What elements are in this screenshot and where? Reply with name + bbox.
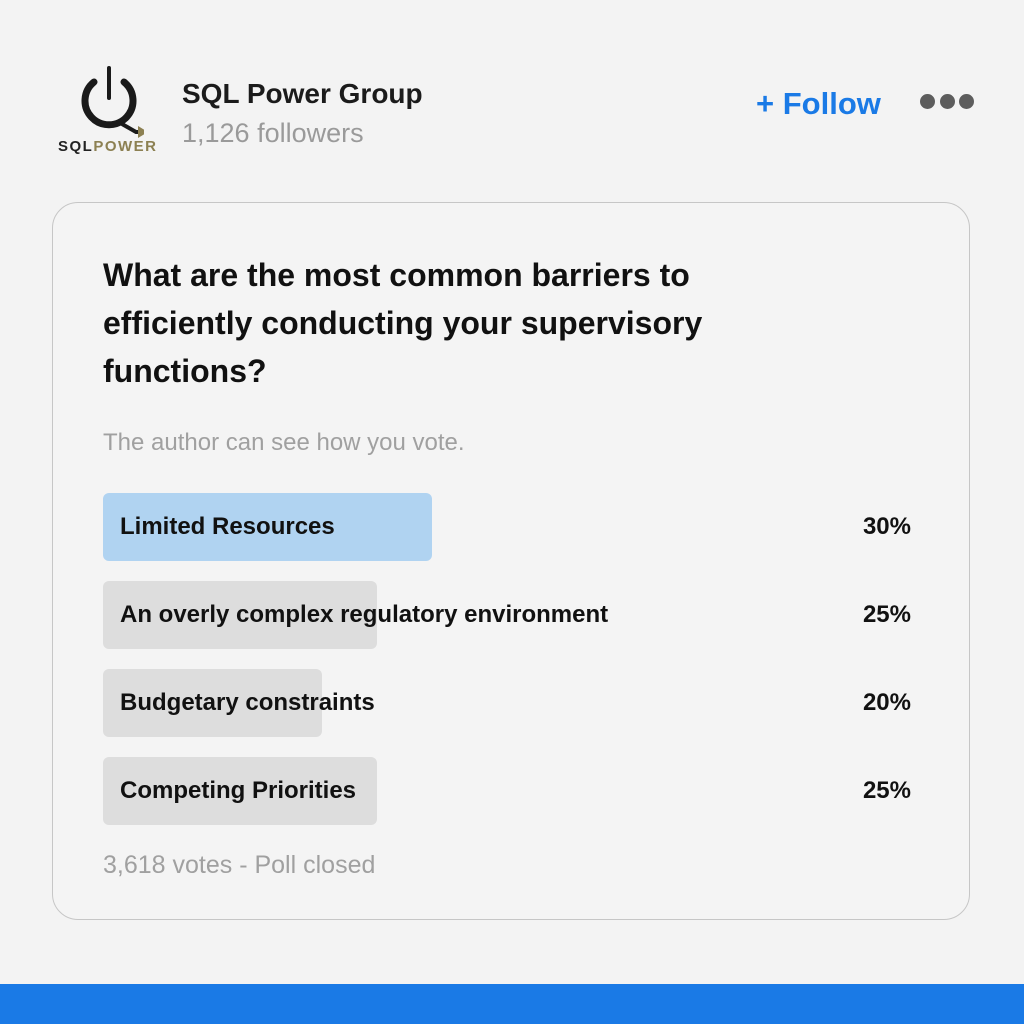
company-logo[interactable]: SQLPOWER bbox=[56, 64, 168, 160]
poll-privacy-note: The author can see how you vote. bbox=[103, 429, 465, 456]
poll-option-label: Budgetary constraints bbox=[120, 689, 375, 716]
logo-wordmark: SQLPOWER bbox=[58, 138, 158, 155]
poll-option-percent: 25% bbox=[862, 777, 911, 804]
footer-accent-bar bbox=[0, 984, 1024, 1024]
ellipsis-icon bbox=[959, 93, 974, 109]
power-icon bbox=[81, 66, 144, 138]
poll-option-budgetary-constraints[interactable]: Budgetary constraints 20% bbox=[103, 669, 911, 737]
poll-option-competing-priorities[interactable]: Competing Priorities 25% bbox=[103, 757, 911, 825]
poll-option-percent: 30% bbox=[862, 513, 911, 540]
ellipsis-icon bbox=[920, 93, 935, 109]
poll-card: What are the most common barriers to eff… bbox=[52, 202, 970, 920]
follow-button[interactable]: + Follow bbox=[756, 86, 881, 122]
more-options-button[interactable] bbox=[920, 92, 974, 110]
follower-count: 1,126 followers bbox=[182, 118, 364, 148]
poll-option-limited-resources[interactable]: Limited Resources 30% bbox=[103, 493, 911, 561]
poll-option-percent: 20% bbox=[862, 689, 911, 716]
poll-option-percent: 25% bbox=[862, 601, 911, 628]
poll-option-regulatory-environment[interactable]: An overly complex regulatory environment… bbox=[103, 581, 911, 649]
poll-option-label: Competing Priorities bbox=[120, 777, 357, 804]
poll-status: 3,618 votes - Poll closed bbox=[103, 851, 376, 879]
ellipsis-icon bbox=[939, 93, 955, 109]
poll-option-label: An overly complex regulatory environment bbox=[120, 601, 609, 628]
company-name[interactable]: SQL Power Group bbox=[182, 78, 423, 110]
poll-question: What are the most common barriers to eff… bbox=[103, 257, 703, 389]
poll-option-label: Limited Resources bbox=[120, 513, 335, 540]
